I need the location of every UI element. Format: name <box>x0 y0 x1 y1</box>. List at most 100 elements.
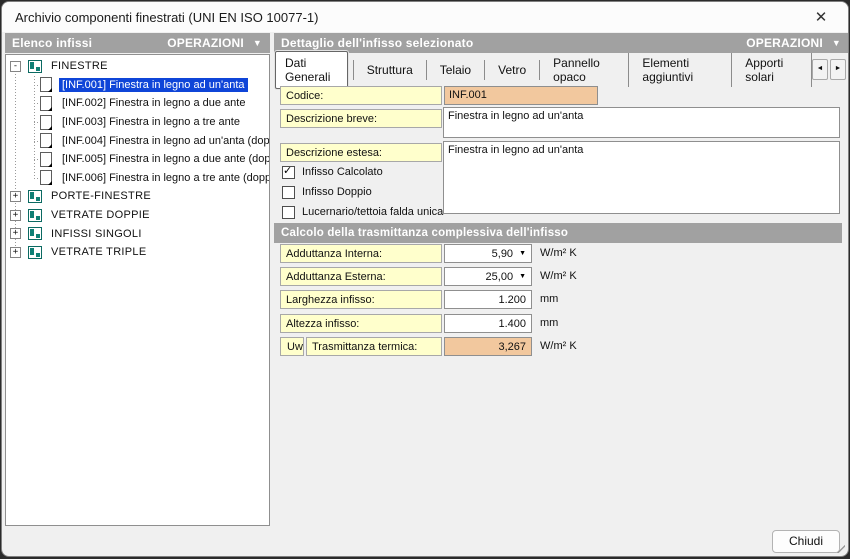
tab-vetro[interactable]: Vetro <box>485 60 540 80</box>
tree-item-inf002[interactable]: [INF.002] Finestra in legno a due ante <box>6 94 269 113</box>
document-icon <box>40 133 52 148</box>
category-icon <box>28 209 42 222</box>
field-label: Trasmittanza termica: <box>306 337 442 356</box>
dropdown-arrow-icon[interactable]: ▼ <box>519 273 526 280</box>
tree-label: PORTE-FINESTRE <box>48 189 154 203</box>
tab-elementi-aggiuntivi[interactable]: Elementi aggiuntivi <box>629 53 732 87</box>
category-icon <box>28 227 42 240</box>
checkbox-label: Infisso Calcolato <box>302 166 383 178</box>
document-icon <box>40 152 52 167</box>
field-label: Adduttanza Interna: <box>280 244 442 263</box>
tab-telaio[interactable]: Telaio <box>427 60 485 80</box>
tree-label: [INF.005] Finestra in legno a due ante (… <box>59 152 270 166</box>
unit-label: W/m² K <box>540 247 577 259</box>
tree-item-inf003[interactable]: [INF.003] Finestra in legno a tre ante <box>6 113 269 132</box>
collapse-icon[interactable]: - <box>10 61 21 72</box>
adduttanza-interna-dropdown[interactable]: ▼ 5,90 <box>444 244 532 263</box>
expand-icon[interactable]: + <box>10 210 21 221</box>
checkbox-label: Infisso Doppio <box>302 186 372 198</box>
field-label: Larghezza infisso: <box>280 290 442 309</box>
tab-pannello-opaco[interactable]: Pannello opaco <box>540 53 629 87</box>
tree-label: [INF.003] Finestra in legno a tre ante <box>59 115 243 129</box>
category-icon <box>28 246 42 259</box>
altezza-field[interactable]: 1.400 <box>444 314 532 333</box>
tree-category-vetrate-doppie[interactable]: + VETRATE DOPPIE <box>6 206 269 225</box>
field-label: Altezza infisso: <box>280 314 442 333</box>
tree-category-finestre[interactable]: - FINESTRE <box>6 57 269 76</box>
infissi-tree: - FINESTRE [INF.001] Finestra in legno a… <box>5 54 270 526</box>
unit-label: W/m² K <box>540 340 577 352</box>
document-icon <box>40 96 52 111</box>
tree-label: [INF.006] Finestra in legno a tre ante (… <box>59 171 270 185</box>
detail-panel-title: Dettaglio dell'infisso selezionato <box>281 36 473 50</box>
tree-item-inf005[interactable]: [INF.005] Finestra in legno a due ante (… <box>6 150 269 169</box>
left-panel-title: Elenco infissi <box>12 36 92 50</box>
descrizione-breve-field[interactable]: Finestra in legno ad un'anta <box>443 107 840 138</box>
checkbox-infisso-calcolato[interactable]: ✓ Infisso Calcolato <box>282 165 383 179</box>
descrizione-estesa-label: Descrizione estesa: <box>280 143 442 162</box>
archivio-dialog: Archivio componenti finestrati (UNI EN I… <box>1 1 849 557</box>
larghezza-field[interactable]: 1.200 <box>444 290 532 309</box>
tree-item-inf006[interactable]: [INF.006] Finestra in legno a tre ante (… <box>6 169 269 188</box>
tab-struttura[interactable]: Struttura <box>353 60 427 80</box>
check-icon: ✓ <box>283 164 292 177</box>
tree-label-selected: [INF.001] Finestra in legno ad un'anta <box>59 78 248 92</box>
category-icon <box>28 190 42 203</box>
field-value: 25,00 <box>486 271 514 283</box>
unit-label: W/m² K <box>540 270 577 282</box>
adduttanza-esterna-dropdown[interactable]: ▼ 25,00 <box>444 267 532 286</box>
tree-category-porte-finestre[interactable]: + PORTE-FINESTRE <box>6 187 269 206</box>
field-value: 5,90 <box>492 248 513 260</box>
tree-category-infissi-singoli[interactable]: + INFISSI SINGOLI <box>6 224 269 243</box>
title-bar: Archivio componenti finestrati (UNI EN I… <box>2 2 848 32</box>
tree-label: [INF.002] Finestra in legno a due ante <box>59 96 248 110</box>
left-operazioni-menu[interactable]: OPERAZIONI ▼ <box>167 36 262 50</box>
document-icon <box>40 170 52 185</box>
checkbox-unchecked-icon[interactable]: ✓ <box>282 206 295 219</box>
expand-icon[interactable]: + <box>10 247 21 258</box>
descrizione-estesa-field[interactable]: Finestra in legno ad un'anta <box>443 141 840 214</box>
tree-connector <box>34 76 35 178</box>
codice-label: Codice: <box>280 86 442 105</box>
codice-field[interactable]: INF.001 <box>444 86 598 105</box>
expand-icon[interactable]: + <box>10 228 21 239</box>
detail-operazioni-menu[interactable]: OPERAZIONI ▼ <box>746 36 841 50</box>
tree-label: VETRATE TRIPLE <box>48 245 149 259</box>
tab-dati-generali[interactable]: Dati Generali <box>275 51 348 89</box>
checkbox-lucernario[interactable]: ✓ Lucernario/tettoia falda unica <box>282 205 443 219</box>
trasmittanza-value: 3,267 <box>444 337 532 356</box>
calc-section-header: Calcolo della trasmittanza complessiva d… <box>274 223 842 243</box>
left-operazioni-label: OPERAZIONI <box>167 36 244 50</box>
tree-item-inf001[interactable]: [INF.001] Finestra in legno ad un'anta <box>6 76 269 95</box>
checkbox-infisso-doppio[interactable]: ✓ Infisso Doppio <box>282 185 372 199</box>
detail-operazioni-label: OPERAZIONI <box>746 36 823 50</box>
descrizione-breve-label: Descrizione breve: <box>280 109 442 128</box>
unit-label: mm <box>540 293 558 305</box>
tab-scroll-buttons: ◄ ► <box>812 59 848 80</box>
detail-tabs: Dati Generali Struttura Telaio Vetro Pan… <box>275 56 848 83</box>
detail-panel-header: Dettaglio dell'infisso selezionato OPERA… <box>274 33 849 53</box>
chevron-down-icon: ▼ <box>253 39 262 48</box>
category-icon <box>28 60 42 73</box>
resize-grip[interactable] <box>836 544 845 553</box>
dropdown-arrow-icon[interactable]: ▼ <box>519 250 526 257</box>
checkbox-checked-icon[interactable]: ✓ <box>282 166 295 179</box>
document-icon <box>40 115 52 130</box>
uw-symbol-label: Uw <box>280 337 304 356</box>
tree-category-vetrate-triple[interactable]: + VETRATE TRIPLE <box>6 243 269 262</box>
checkbox-label: Lucernario/tettoia falda unica <box>302 206 443 218</box>
tab-scroll-right-icon[interactable]: ► <box>830 59 846 80</box>
tree-label: FINESTRE <box>48 59 111 73</box>
field-label: Adduttanza Esterna: <box>280 267 442 286</box>
left-panel-header: Elenco infissi OPERAZIONI ▼ <box>5 33 270 53</box>
tree-connector <box>15 68 16 252</box>
chiudi-button[interactable]: Chiudi <box>772 530 840 553</box>
close-icon[interactable]: ✕ <box>806 8 836 26</box>
tab-scroll-left-icon[interactable]: ◄ <box>812 59 828 80</box>
chevron-down-icon: ▼ <box>832 39 841 48</box>
tree-item-inf004[interactable]: [INF.004] Finestra in legno ad un'anta (… <box>6 131 269 150</box>
checkbox-unchecked-icon[interactable]: ✓ <box>282 186 295 199</box>
expand-icon[interactable]: + <box>10 191 21 202</box>
tab-apporti-solari[interactable]: Apporti solari <box>732 53 812 87</box>
window-title: Archivio componenti finestrati (UNI EN I… <box>15 10 318 25</box>
